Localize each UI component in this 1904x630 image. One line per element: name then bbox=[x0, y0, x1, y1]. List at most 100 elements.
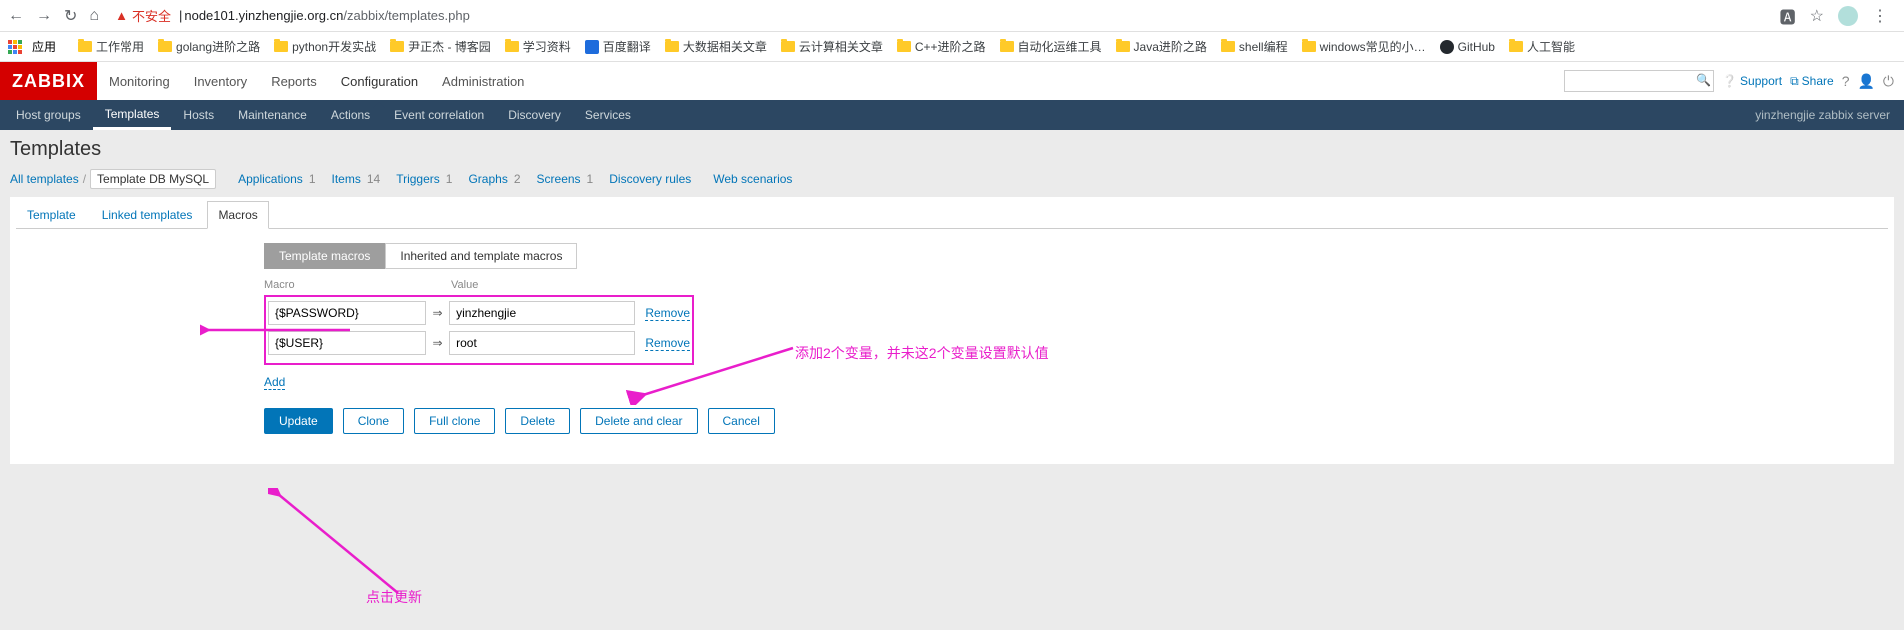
folder-icon bbox=[1000, 41, 1014, 52]
link-webscenarios[interactable]: Web scenarios bbox=[713, 172, 792, 186]
nav-administration[interactable]: Administration bbox=[430, 62, 536, 100]
subnav-services[interactable]: Services bbox=[573, 100, 643, 130]
crumb-current: Template DB MySQL bbox=[90, 169, 216, 189]
full-clone-button[interactable]: Full clone bbox=[414, 408, 495, 434]
col-macro: Macro bbox=[264, 279, 429, 291]
back-icon[interactable]: ← bbox=[8, 7, 24, 25]
translate-icon[interactable]: 🅰 bbox=[1780, 4, 1796, 28]
bookmark[interactable]: 尹正杰 - 博客园 bbox=[386, 36, 495, 57]
url-host: node101.yinzhengjie.org.cn bbox=[184, 8, 343, 23]
arrow-icon: ⇒ bbox=[432, 306, 443, 320]
clone-button[interactable]: Clone bbox=[343, 408, 404, 434]
crumb-all[interactable]: All templates bbox=[10, 172, 79, 186]
remove-link[interactable]: Remove bbox=[645, 336, 690, 351]
apps-icon[interactable] bbox=[8, 40, 22, 54]
bookmark[interactable]: shell编程 bbox=[1217, 36, 1292, 57]
search-input[interactable]: 🔍 bbox=[1564, 70, 1714, 92]
nav-icons: ← → ↻ ⌂ bbox=[8, 6, 99, 26]
page: Templates All templates / Template DB My… bbox=[0, 130, 1904, 630]
subnav-eventcorrelation[interactable]: Event correlation bbox=[382, 100, 496, 130]
subnav-hostgroups[interactable]: Host groups bbox=[4, 100, 93, 130]
cancel-button[interactable]: Cancel bbox=[708, 408, 775, 434]
bookmark[interactable]: python开发实战 bbox=[270, 36, 380, 57]
menu-icon[interactable]: ⋮ bbox=[1872, 6, 1888, 26]
home-icon[interactable]: ⌂ bbox=[89, 7, 99, 25]
remove-link[interactable]: Remove bbox=[645, 306, 690, 321]
zabbix-logo[interactable]: ZABBIX bbox=[0, 62, 97, 100]
link-graphs[interactable]: Graphs bbox=[468, 172, 507, 186]
site-icon bbox=[585, 40, 599, 54]
bookmark-star-icon[interactable]: ☆ bbox=[1810, 6, 1824, 26]
toggle-inherited-macros[interactable]: Inherited and template macros bbox=[385, 243, 577, 269]
bookmark[interactable]: 学习资料 bbox=[501, 36, 575, 57]
tab-macros[interactable]: Macros bbox=[207, 201, 268, 229]
macro-name-input[interactable] bbox=[268, 301, 426, 325]
forward-icon[interactable]: → bbox=[36, 7, 52, 25]
logout-icon[interactable]: ⏻ bbox=[1883, 73, 1894, 90]
tab-linked-templates[interactable]: Linked templates bbox=[91, 201, 204, 229]
folder-icon bbox=[1116, 41, 1130, 52]
zabbix-header: ZABBIX Monitoring Inventory Reports Conf… bbox=[0, 62, 1904, 100]
bookmark[interactable]: 人工智能 bbox=[1505, 36, 1579, 57]
bookmark[interactable]: 百度翻译 bbox=[581, 36, 655, 57]
avatar[interactable] bbox=[1838, 6, 1858, 26]
bookmark[interactable]: GitHub bbox=[1436, 38, 1499, 56]
bookmark[interactable]: 云计算相关文章 bbox=[777, 36, 887, 57]
support-link[interactable]: ❔ Support bbox=[1722, 74, 1782, 88]
bookmark[interactable]: 自动化运维工具 bbox=[996, 36, 1106, 57]
link-items[interactable]: Items bbox=[332, 172, 361, 186]
url-path: /zabbix/templates.php bbox=[343, 8, 469, 23]
bookmark[interactable]: golang进阶之路 bbox=[154, 36, 264, 57]
bookmark[interactable]: windows常见的小… bbox=[1298, 36, 1430, 57]
subnav-hosts[interactable]: Hosts bbox=[171, 100, 226, 130]
folder-icon bbox=[505, 41, 519, 52]
user-icon[interactable]: 👤 bbox=[1857, 73, 1874, 90]
form-tabs: Template Linked templates Macros bbox=[16, 201, 1888, 229]
reload-icon[interactable]: ↻ bbox=[64, 6, 77, 26]
macro-row: ⇒ Remove bbox=[268, 301, 690, 325]
arrow-icon: ⇒ bbox=[432, 336, 443, 350]
tab-template[interactable]: Template bbox=[16, 201, 87, 229]
macro-value-input[interactable] bbox=[449, 331, 635, 355]
link-discoveryrules[interactable]: Discovery rules bbox=[609, 172, 691, 186]
bookmark[interactable]: Java进阶之路 bbox=[1112, 36, 1211, 57]
page-title: Templates bbox=[10, 138, 1894, 161]
subnav-discovery[interactable]: Discovery bbox=[496, 100, 573, 130]
link-applications[interactable]: Applications bbox=[238, 172, 303, 186]
share-link[interactable]: ⧉ Share bbox=[1790, 74, 1834, 89]
folder-icon bbox=[665, 41, 679, 52]
add-link[interactable]: Add bbox=[264, 375, 285, 390]
button-row: Update Clone Full clone Delete Delete an… bbox=[264, 408, 964, 434]
update-button[interactable]: Update bbox=[264, 408, 333, 434]
link-screens[interactable]: Screens bbox=[537, 172, 581, 186]
macro-row: ⇒ Remove bbox=[268, 331, 690, 355]
help-icon[interactable]: ? bbox=[1842, 73, 1850, 89]
header-right: 🔍 ❔ Support ⧉ Share ? 👤 ⏻ bbox=[1564, 62, 1904, 100]
url-bar[interactable]: ▲ 不安全 | node101.yinzhengjie.org.cn/zabbi… bbox=[115, 6, 1780, 25]
folder-icon bbox=[897, 41, 911, 52]
folder-icon bbox=[78, 41, 92, 52]
macro-table: Macro Value ⇒ Remove ⇒ Remove bbox=[264, 279, 694, 390]
subnav-templates[interactable]: Templates bbox=[93, 100, 172, 130]
search-icon[interactable]: 🔍 bbox=[1696, 73, 1711, 87]
annotation-arrow-update bbox=[268, 488, 428, 601]
toggle-template-macros[interactable]: Template macros bbox=[264, 243, 385, 269]
form-area: Template macros Inherited and template m… bbox=[264, 243, 964, 434]
nav-reports[interactable]: Reports bbox=[259, 62, 329, 100]
macro-value-input[interactable] bbox=[449, 301, 635, 325]
annotation-text1: 添加2个变量，并未这2个变量设置默认值 bbox=[795, 343, 1049, 363]
macro-name-input[interactable] bbox=[268, 331, 426, 355]
bookmark[interactable]: C++进阶之路 bbox=[893, 36, 990, 57]
link-triggers[interactable]: Triggers bbox=[396, 172, 440, 186]
bookmark[interactable]: 大数据相关文章 bbox=[661, 36, 771, 57]
macro-scope-toggle: Template macros Inherited and template m… bbox=[264, 243, 964, 269]
bookmark[interactable]: 工作常用 bbox=[74, 36, 148, 57]
nav-monitoring[interactable]: Monitoring bbox=[97, 62, 182, 100]
apps-label[interactable]: 应用 bbox=[32, 38, 56, 55]
nav-inventory[interactable]: Inventory bbox=[182, 62, 259, 100]
delete-button[interactable]: Delete bbox=[505, 408, 570, 434]
sub-nav: Host groups Templates Hosts Maintenance … bbox=[0, 100, 1904, 130]
nav-configuration[interactable]: Configuration bbox=[329, 62, 430, 100]
subnav-maintenance[interactable]: Maintenance bbox=[226, 100, 319, 130]
delete-clear-button[interactable]: Delete and clear bbox=[580, 408, 697, 434]
